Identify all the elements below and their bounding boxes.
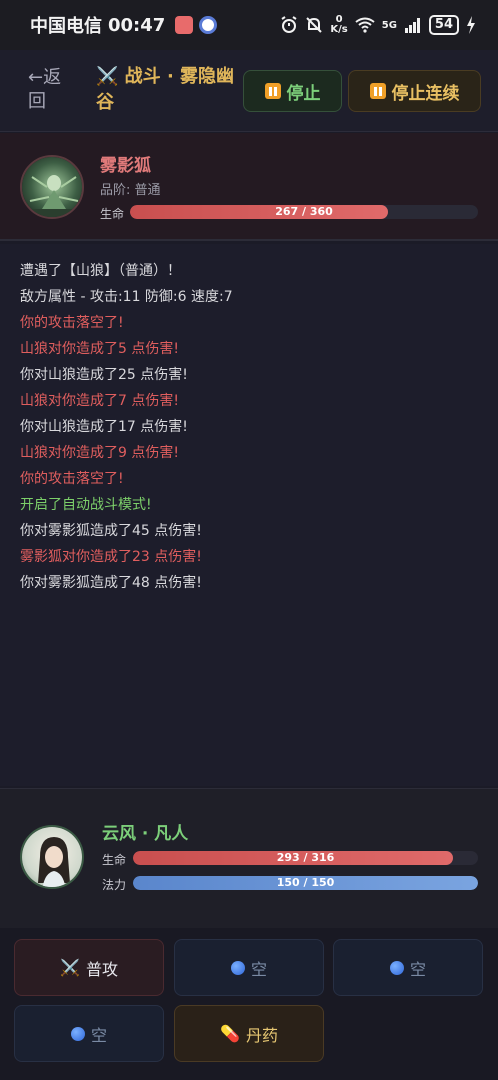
stop-continuous-button[interactable]: 停止连续 [348, 70, 481, 112]
player-mp-bar: 150 / 150 [133, 876, 478, 890]
enemy-hp-label: 生命 [100, 207, 125, 221]
enemy-rank: 品阶: 普通 [100, 183, 161, 198]
orb-icon [230, 960, 245, 975]
attack-button-label: 普攻 [85, 959, 118, 979]
stop-button-label: 停止 [286, 83, 321, 104]
orb-icon [389, 960, 404, 975]
status-left: 中国电信 00:47 [30, 12, 218, 38]
qq-notification-icon [199, 16, 218, 34]
alarm-icon [280, 16, 298, 34]
signal-icon [404, 17, 422, 33]
log-line: 山狼对你造成了9 点伤害! [20, 445, 179, 461]
stop-button[interactable]: 停止 [243, 70, 342, 112]
swords-icon: ⚔️ [60, 958, 80, 977]
pause-icon [369, 83, 386, 99]
log-line: 山狼对你造成了7 点伤害! [20, 393, 179, 409]
log-line: 雾影狐对你造成了23 点伤害! [20, 549, 202, 565]
skill-slot-2[interactable]: 空 [333, 939, 483, 996]
battle-log: 遭遇了【山狼】（普通）！ 敌方属性 - 攻击:11 防御:6 速度:7 你的攻击落空… [0, 244, 498, 786]
player-hp-label: 生命 [102, 853, 127, 867]
player-panel: 云风 · 凡人 生命 293 / 316 法力 150 / 150 [0, 788, 498, 928]
orb-icon [70, 1026, 85, 1041]
skill-slot-3[interactable]: 空 [14, 1005, 164, 1062]
attack-button[interactable]: ⚔️ 普攻 [14, 939, 164, 996]
player-hp-bar: 293 / 316 [133, 851, 478, 865]
skill-slot-label: 空 [250, 959, 267, 979]
player-avatar [20, 825, 84, 889]
app-notification-icon [175, 16, 194, 34]
network-type: 5G [381, 19, 397, 31]
speed-unit: K/s [330, 24, 348, 35]
log-line: 遭遇了【山狼】（普通）！ [20, 263, 181, 279]
action-panel: ⚔️ 普攻 空 空 空 💊 丹药 [0, 928, 498, 1080]
back-button[interactable]: ←返回 [28, 66, 78, 114]
player-mp-text: 150 / 150 [276, 876, 335, 889]
log-line: 你对雾影狐造成了45 点伤害! [20, 523, 202, 539]
skill-slot-1[interactable]: 空 [174, 939, 324, 996]
player-hp-text: 293 / 316 [276, 851, 335, 864]
log-line: 你对山狼造成了25 点伤害! [20, 367, 188, 383]
player-name: 云风 · 凡人 [102, 824, 189, 844]
enemy-name: 雾影狐 [100, 156, 151, 176]
enemy-avatar [20, 155, 84, 219]
status-right: 0 K/s 5G 54 [280, 15, 476, 35]
carrier-name: 中国电信 [30, 16, 102, 37]
log-line: 你对雾影狐造成了48 点伤害! [20, 575, 202, 591]
log-line: 山狼对你造成了5 点伤害! [20, 341, 179, 357]
log-line: 你对山狼造成了17 点伤害! [20, 419, 188, 435]
log-line: 开启了自动战斗模式! [20, 497, 152, 513]
pill-button[interactable]: 💊 丹药 [174, 1005, 324, 1062]
status-bar: 中国电信 00:47 0 K/s 5G 54 [0, 0, 498, 50]
log-line: 敌方属性 - 攻击:11 防御:6 速度:7 [20, 289, 233, 305]
clock: 00:47 [108, 14, 166, 36]
player-mp-label: 法力 [102, 878, 127, 892]
log-line: 你的攻击落空了! [20, 315, 124, 331]
log-line: 你的攻击落空了! [20, 471, 124, 487]
enemy-hp-bar: 267 / 360 [130, 205, 478, 219]
enemy-panel: 雾影狐 品阶: 普通 生命 267 / 360 [0, 133, 498, 241]
battery-icon: 54 [428, 15, 459, 35]
page-title: ⚔️ 战斗 · 雾隐幽谷 [96, 66, 235, 113]
network-speed: 0 K/s [330, 15, 347, 35]
stop-continuous-button-label: 停止连续 [391, 83, 460, 104]
skill-slot-label: 空 [90, 1025, 107, 1045]
enemy-hp-text: 267 / 360 [275, 205, 333, 218]
pill-button-label: 丹药 [245, 1025, 278, 1045]
pill-icon: 💊 [220, 1024, 240, 1043]
skill-slot-label: 空 [409, 959, 426, 979]
mute-icon [305, 16, 323, 34]
battery-level: 54 [434, 17, 453, 32]
wifi-icon [355, 17, 375, 33]
pause-icon [264, 83, 281, 99]
battle-header: ←返回 ⚔️ 战斗 · 雾隐幽谷 停止 停止连续 [0, 50, 498, 132]
charging-icon [466, 16, 476, 34]
